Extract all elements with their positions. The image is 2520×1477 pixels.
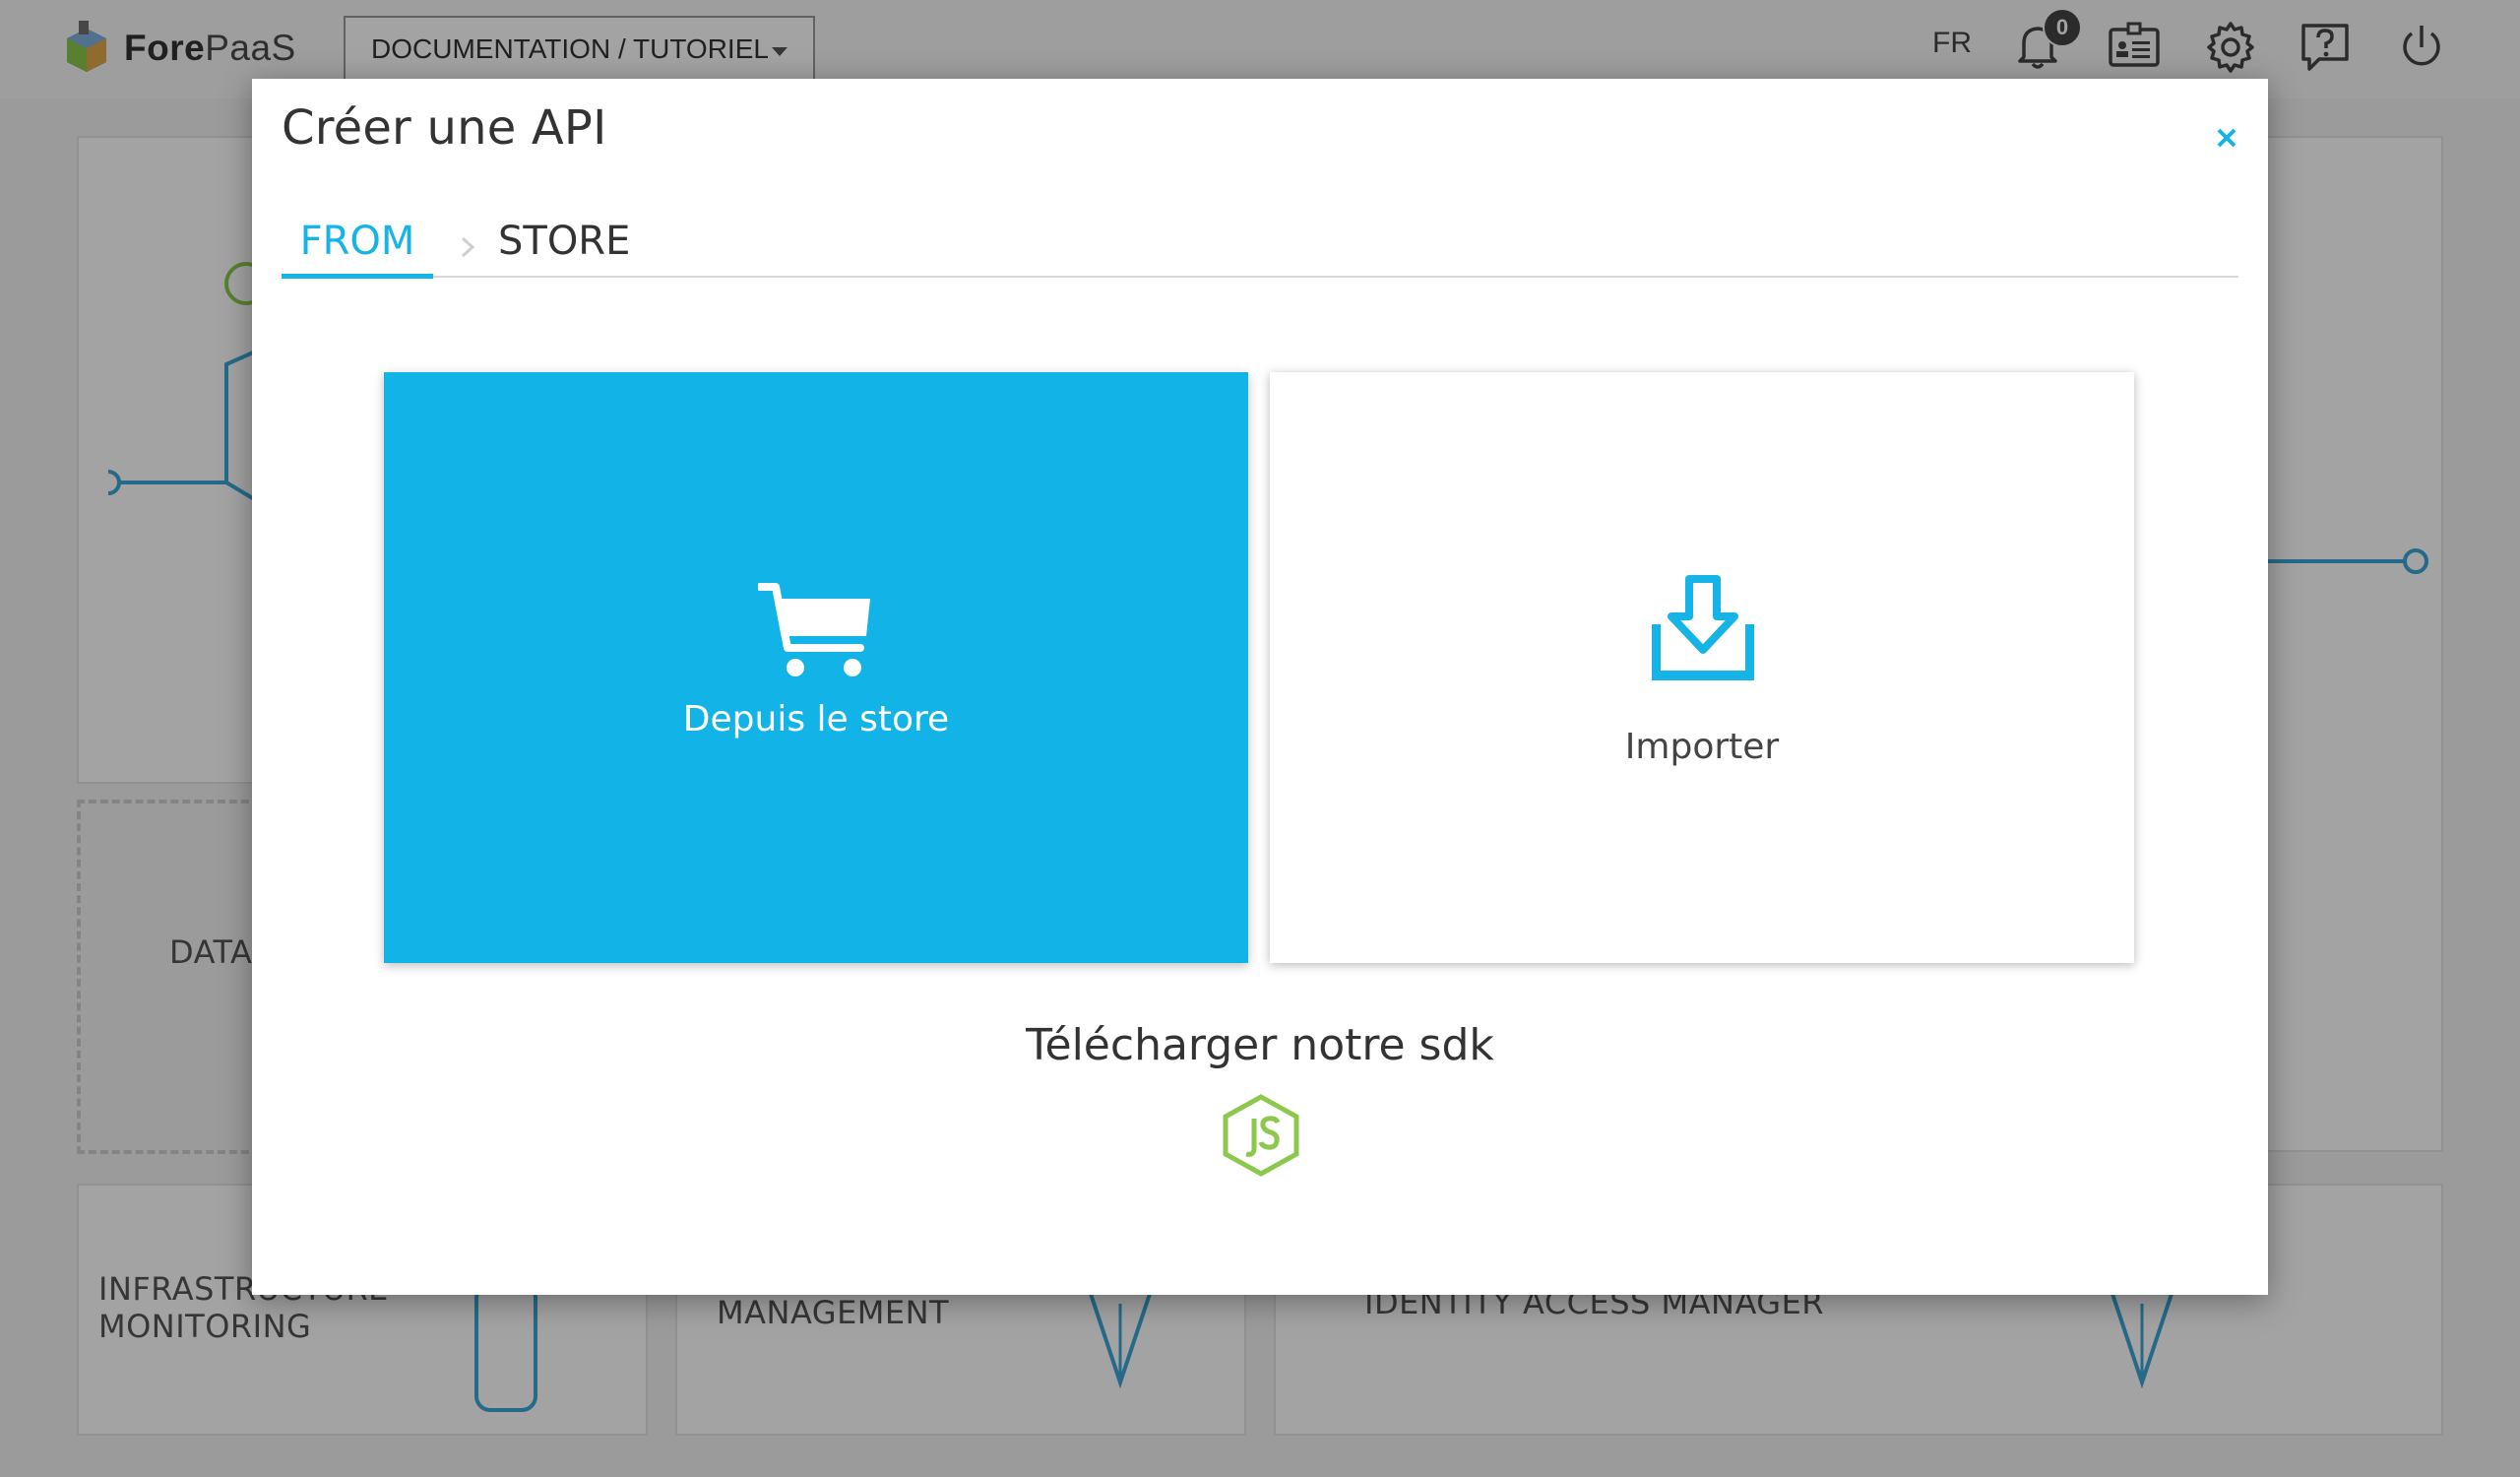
modal-title: Créer une API bbox=[282, 100, 607, 156]
import-option[interactable]: Importer bbox=[1270, 372, 2134, 963]
nodejs-icon[interactable] bbox=[1221, 1093, 1301, 1178]
tab-store[interactable]: STORE bbox=[498, 217, 630, 274]
tab-from[interactable]: FROM bbox=[282, 217, 433, 279]
cart-icon bbox=[758, 583, 870, 676]
from-store-option[interactable]: Depuis le store bbox=[384, 372, 1248, 963]
chevron-right-icon bbox=[461, 236, 475, 258]
import-icon bbox=[1652, 575, 1754, 680]
from-store-label: Depuis le store bbox=[682, 699, 950, 739]
create-api-modal: Créer une API FROM STORE Depuis le store… bbox=[252, 79, 2268, 1295]
sdk-download-label: Télécharger notre sdk bbox=[1026, 1020, 1494, 1070]
step-tabs: FROM STORE bbox=[282, 217, 2238, 279]
import-label: Importer bbox=[1624, 727, 1780, 767]
close-icon[interactable] bbox=[2209, 120, 2244, 156]
